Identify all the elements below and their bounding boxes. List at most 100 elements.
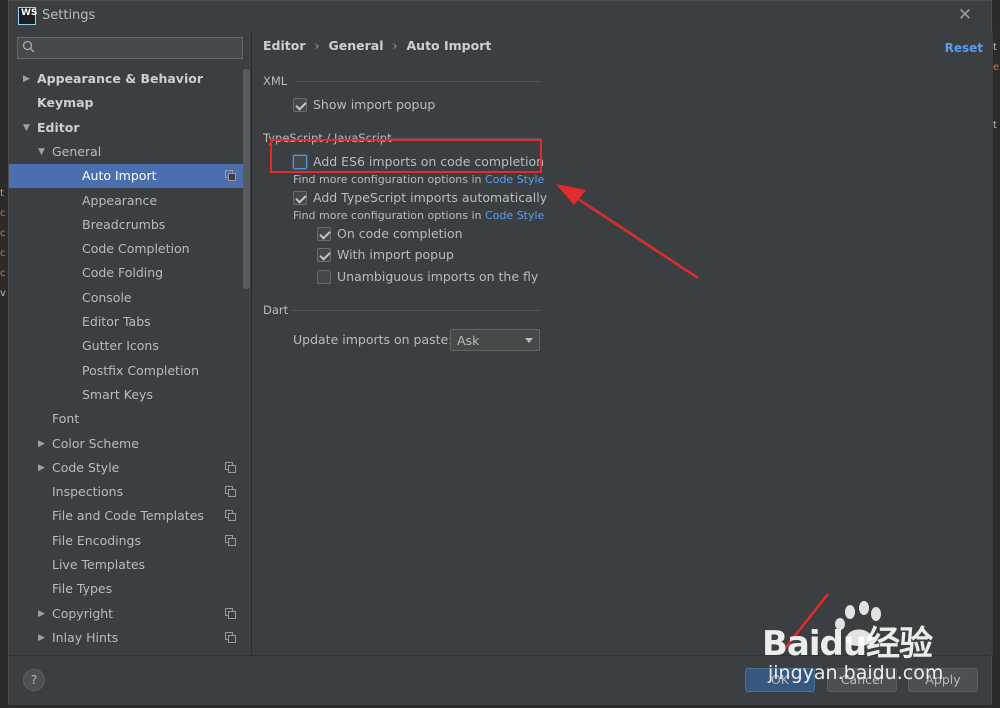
breadcrumb-separator-icon: › [392, 38, 398, 53]
dart-section-title: Dart [263, 303, 289, 317]
sidebar-item[interactable]: ▶ Inlay Hints [9, 626, 250, 650]
chevron-down-icon[interactable]: ▼ [23, 116, 33, 140]
code-style-link[interactable]: Code Style [485, 173, 544, 186]
config-hint: Find more configuration options in Code … [293, 209, 544, 222]
settings-content: Editor › General › Auto Import Reset XML Sho… [251, 31, 993, 655]
settings-tree: ▶ Appearance & Behavior Keymap ▼ Editor ▼ Gene… [9, 67, 250, 655]
show-import-popup-label: Show import popup [313, 97, 436, 112]
annotation-highlight-box [270, 139, 542, 173]
sidebar-item[interactable]: Smart Keys [9, 383, 250, 407]
sidebar-item[interactable]: Code Folding [9, 261, 250, 285]
xml-section-title: XML [263, 74, 288, 88]
reset-link[interactable]: Reset [945, 41, 983, 55]
sidebar-item[interactable]: ▶ Color Scheme [9, 432, 250, 456]
breadcrumb-item: General [328, 38, 384, 53]
sidebar-item-label: Code Folding [82, 265, 164, 281]
breadcrumb: Editor › General › Auto Import [263, 38, 491, 53]
project-scope-icon [225, 510, 236, 522]
project-scope-icon [225, 486, 236, 498]
sidebar-item[interactable]: Breadcrumbs [9, 213, 250, 237]
sidebar-item[interactable]: ▶ Code Style [9, 456, 250, 480]
chevron-right-icon[interactable]: ▶ [38, 456, 48, 480]
settings-search-input[interactable] [40, 39, 238, 57]
window-title: Settings [42, 8, 96, 23]
chevron-right-icon[interactable]: ▶ [38, 432, 48, 456]
sidebar-item[interactable]: ▼ General [9, 140, 250, 164]
sidebar-item[interactable]: ▶ Copyright [9, 602, 250, 626]
project-scope-icon [225, 631, 236, 643]
section-divider [292, 310, 540, 311]
sidebar-item-label: Inlay Hints [52, 629, 119, 645]
add-typescript-imports-checkbox[interactable] [293, 191, 307, 205]
sidebar-item[interactable]: Inspections [9, 480, 250, 504]
sidebar-item-label: Inspections [52, 484, 124, 500]
sidebar-item-label: Auto Import [82, 168, 157, 184]
project-scope-icon [225, 170, 236, 182]
sidebar-item-label: Live Templates [52, 557, 146, 572]
sidebar-item[interactable]: File and Code Templates [9, 504, 250, 528]
sidebar-item[interactable]: Auto Import [9, 164, 250, 189]
chevron-down-icon[interactable]: ▼ [38, 140, 48, 164]
sidebar-item-label: Editor [37, 119, 80, 135]
sidebar-item-label: Postfix Completion [82, 362, 199, 378]
settings-dialog: WS Settings ✕ ▶ Appearance & Behavior Keym… [8, 0, 993, 705]
sidebar-item-label: Breadcrumbs [82, 216, 166, 232]
settings-sidebar: ▶ Appearance & Behavior Keymap ▼ Editor ▼ Gene… [9, 31, 250, 655]
sidebar-item[interactable]: Keymap [9, 91, 250, 115]
sidebar-item-label: Code Completion [82, 241, 190, 257]
on-code-completion-label: On code completion [337, 226, 463, 241]
sidebar-item[interactable]: ▼ Editor [9, 116, 250, 140]
sidebar-item-label: Keymap [37, 95, 94, 111]
sidebar-item-label: Gutter Icons [82, 338, 159, 354]
sidebar-item[interactable]: File Encodings [9, 529, 250, 553]
sidebar-item-label: File and Code Templates [52, 508, 204, 524]
sidebar-item-label: Smart Keys [82, 386, 153, 402]
search-icon [22, 40, 35, 53]
chevron-right-icon[interactable]: ▶ [38, 602, 48, 626]
update-imports-select[interactable]: Ask [450, 329, 540, 351]
sidebar-scrollbar[interactable] [243, 69, 250, 289]
hint-text: Find more configuration options in [293, 209, 486, 222]
code-style-link[interactable]: Code Style [485, 209, 544, 222]
sidebar-item[interactable]: ▶ Appearance & Behavior [9, 67, 250, 91]
watermark-url: jingyan.baidu.com [768, 662, 944, 684]
on-code-completion-checkbox[interactable] [317, 227, 331, 241]
section-divider [296, 81, 540, 82]
sidebar-item[interactable]: Editor Tabs [9, 310, 250, 334]
sidebar-item[interactable]: Gutter Icons [9, 334, 250, 358]
sidebar-item[interactable]: Appearance [9, 189, 250, 213]
unambiguous-imports-checkbox[interactable] [317, 270, 331, 284]
sidebar-item[interactable]: Console [9, 286, 250, 310]
update-imports-value: Ask [457, 333, 480, 348]
show-import-popup-checkbox[interactable] [293, 98, 307, 112]
breadcrumb-item: Editor [263, 38, 306, 53]
with-import-popup-label: With import popup [337, 247, 454, 262]
config-hint: Find more configuration options in Code … [293, 173, 544, 186]
webstorm-logo-icon: WS [18, 7, 37, 25]
watermark-brand: Baidu经验 [762, 624, 933, 664]
sidebar-item-label: Code Style [52, 459, 120, 475]
help-button[interactable]: ? [23, 669, 45, 691]
chevron-right-icon[interactable]: ▶ [23, 67, 33, 91]
sidebar-item[interactable]: Live Templates [9, 553, 250, 577]
chevron-right-icon[interactable]: ▶ [38, 626, 48, 650]
sidebar-item-label: General [52, 143, 102, 159]
sidebar-item[interactable]: Code Completion [9, 237, 250, 261]
sidebar-item-label: Copyright [52, 605, 114, 621]
sidebar-item[interactable]: File Types [9, 577, 250, 601]
sidebar-item-label: Console [82, 289, 132, 305]
breadcrumb-item: Auto Import [406, 38, 492, 53]
sidebar-item-label: Editor Tabs [82, 314, 151, 329]
settings-search-box[interactable] [17, 37, 243, 59]
update-imports-label: Update imports on paste: [293, 332, 453, 347]
breadcrumb-separator-icon: › [314, 38, 320, 53]
chevron-down-icon [525, 338, 533, 343]
with-import-popup-checkbox[interactable] [317, 248, 331, 262]
sidebar-item[interactable]: Font [9, 407, 250, 431]
project-scope-icon [225, 534, 236, 546]
sidebar-item[interactable]: Postfix Completion [9, 359, 250, 383]
sidebar-item-label: Appearance & Behavior [37, 71, 203, 86]
baidu-watermark: Baidu经验 jingyan.baidu.com [760, 600, 990, 690]
sidebar-item-label: Font [52, 411, 80, 427]
close-button[interactable]: ✕ [955, 5, 975, 25]
